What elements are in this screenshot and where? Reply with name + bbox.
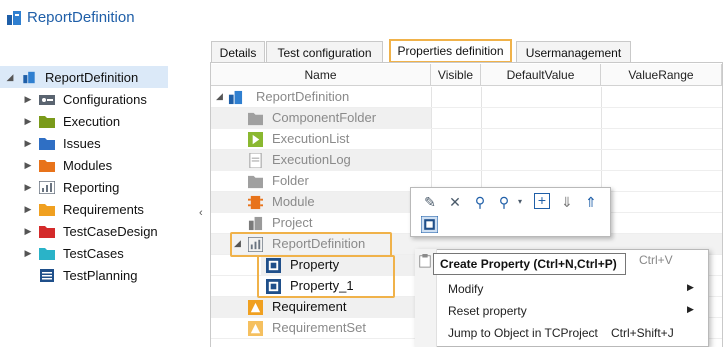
dropdown-arrow-icon[interactable]: ▾: [511, 193, 529, 211]
tree-item-testcases[interactable]: ▶ TestCases: [0, 242, 170, 264]
tree-item-configurations[interactable]: ▶ Configurations: [0, 88, 170, 110]
issues-folder-icon: [39, 137, 55, 150]
configurations-icon: [39, 94, 55, 105]
paste-icon: [419, 254, 431, 268]
submenu-arrow-icon: ▶: [687, 282, 694, 292]
execution-folder-icon: [39, 115, 55, 128]
tree-item-testcasedesign[interactable]: ▶ TestCaseDesign: [0, 220, 170, 242]
tree-item-testplanning[interactable]: TestPlanning: [0, 264, 170, 286]
reporting-icon: [39, 180, 55, 194]
highlight-property-rows: [257, 255, 395, 298]
app-title: ReportDefinition: [27, 9, 135, 26]
table-row[interactable]: ExecutionLog: [211, 150, 722, 171]
report-definition-icon: [23, 71, 35, 83]
folder-icon: [248, 112, 263, 126]
chevron-right-icon[interactable]: ▶: [22, 248, 34, 259]
tree-item-requirements[interactable]: ▶ Requirements: [0, 198, 170, 220]
table-row[interactable]: ExecutionList: [211, 129, 722, 150]
menu-item-jump-to-object[interactable]: Jump to Object in TCProject Ctrl+Shift+J: [415, 322, 707, 344]
add-icon[interactable]: +: [534, 193, 550, 209]
tab-properties-definition[interactable]: Properties definition: [389, 39, 512, 63]
requirements-folder-icon: [39, 203, 55, 216]
column-header-valuerange[interactable]: ValueRange: [601, 64, 722, 86]
chevron-right-icon[interactable]: ▶: [22, 160, 34, 171]
delete-icon[interactable]: ✕: [446, 193, 464, 211]
tree-item-modules[interactable]: ▶ Modules: [0, 154, 170, 176]
chevron-right-icon[interactable]: ▶: [22, 204, 34, 215]
tab-usermanagement[interactable]: Usermanagement: [516, 41, 631, 63]
edit-icon[interactable]: ✎: [421, 193, 439, 211]
testcases-folder-icon: [39, 247, 55, 260]
chevron-down-icon[interactable]: ◢: [4, 72, 16, 83]
highlight-reportdefinition-row: [230, 232, 392, 257]
submenu-arrow-icon: ▶: [687, 304, 694, 314]
modules-folder-icon: [39, 159, 55, 172]
report-definition-icon: [7, 11, 21, 25]
report-definition-icon: [228, 90, 243, 105]
project-icon: [248, 216, 263, 231]
chevron-right-icon[interactable]: ▶: [22, 94, 34, 105]
mini-toolbar: ✎ ✕ ⚲ ⚲ ▾ + ⇓ ⇑: [410, 187, 611, 237]
tab-test-configuration[interactable]: Test configuration: [266, 41, 383, 63]
menu-item-modify[interactable]: Modify ▶: [415, 278, 707, 300]
execution-log-icon: [249, 153, 262, 168]
search-icon[interactable]: ⚲: [471, 193, 489, 211]
requirement-icon: [248, 300, 263, 315]
tree-item-reporting[interactable]: ▶ Reporting: [0, 176, 170, 198]
chevron-right-icon[interactable]: ▶: [22, 138, 34, 149]
chevron-right-icon[interactable]: ▶: [22, 182, 34, 193]
column-header-visible[interactable]: Visible: [431, 64, 481, 86]
requirementset-icon: [248, 321, 263, 336]
module-icon: [248, 195, 263, 210]
expand-all-icon[interactable]: ⇑: [582, 193, 600, 211]
chevron-down-icon[interactable]: ◢: [216, 91, 223, 102]
chevron-right-icon[interactable]: ▶: [22, 226, 34, 237]
chevron-right-icon[interactable]: ▶: [22, 116, 34, 127]
testplanning-icon: [40, 268, 54, 282]
paste-shortcut: Ctrl+V: [639, 253, 673, 267]
folder-icon: [248, 175, 263, 189]
column-header-name[interactable]: Name: [211, 64, 431, 86]
table-row[interactable]: ComponentFolder: [211, 108, 722, 129]
table-row[interactable]: ◢ ReportDefinition: [211, 87, 722, 108]
execution-list-icon: [248, 132, 263, 147]
create-property-tooltip: Create Property (Ctrl+N,Ctrl+P): [433, 253, 626, 275]
column-header-defaultvalue[interactable]: DefaultValue: [481, 64, 601, 86]
menu-item-reset-property[interactable]: Reset property ▶: [415, 300, 707, 322]
testcasedesign-folder-icon: [39, 225, 55, 238]
tree-item-issues[interactable]: ▶ Issues: [0, 132, 170, 154]
tree-root-reportdefinition[interactable]: ◢ ReportDefinition: [0, 66, 168, 88]
tree-item-execution[interactable]: ▶ Execution: [0, 110, 170, 132]
collapse-all-icon[interactable]: ⇓: [558, 193, 576, 211]
property-icon[interactable]: [421, 216, 438, 233]
collapse-panel-icon[interactable]: ‹: [199, 207, 203, 219]
tab-details[interactable]: Details: [211, 41, 265, 63]
